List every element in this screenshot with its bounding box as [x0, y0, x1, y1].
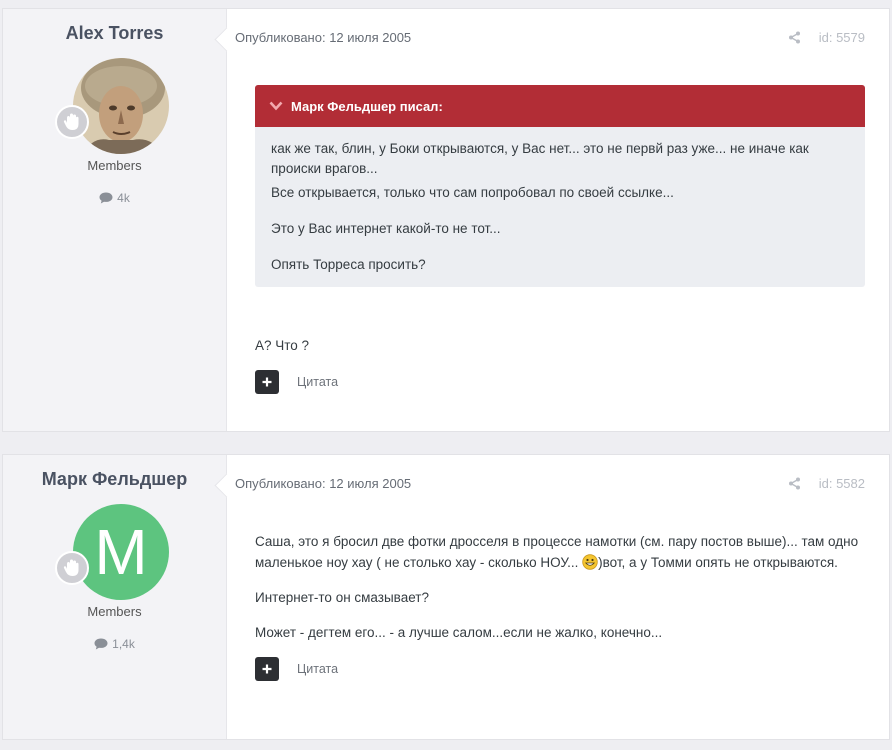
quote-line: Все открывается, только что сам попробов…: [271, 185, 674, 200]
member-group: Members: [87, 158, 142, 173]
quote-author: Марк Фельдшер писал:: [291, 98, 443, 114]
rank-badge-icon: [54, 105, 89, 139]
share-icon[interactable]: [788, 477, 801, 490]
post-content: Опубликовано: 12 июля 2005 id: 5579 Марк…: [227, 9, 889, 431]
post-content: Опубликовано: 12 июля 2005 id: 5582 Саша…: [227, 455, 889, 739]
post-date[interactable]: Опубликовано: 12 июля 2005: [235, 30, 411, 45]
quote-line: Это у Вас интернет какой-то не тот...: [271, 221, 501, 236]
post-count-value: 4k: [117, 191, 130, 205]
avatar-letter: M: [94, 516, 147, 588]
post-paragraph: Может - дегтем его... - а лучше салом...…: [255, 625, 663, 640]
avatar-container: M: [54, 504, 169, 600]
post-meta: Опубликовано: 12 июля 2005 id: 5582: [235, 455, 865, 511]
quote-body: как же так, блин, у Боки открываются, у …: [255, 127, 865, 287]
quote-button[interactable]: Цитата: [297, 375, 338, 389]
avatar[interactable]: M: [72, 504, 169, 600]
rank-badge-icon: [54, 551, 89, 585]
post: Марк Фельдшер M Members 1,4k Опубликован…: [2, 454, 890, 740]
avatar-container: [54, 58, 169, 154]
post-meta: Опубликовано: 12 июля 2005 id: 5579: [235, 9, 865, 65]
post-count-value: 1,4k: [112, 637, 135, 651]
chevron-down-icon: [269, 101, 283, 111]
post-id: id: 5582: [818, 475, 865, 491]
quote-line: Опять Торреса просить?: [271, 257, 426, 272]
post-actions: Цитата: [255, 370, 865, 394]
post-paragraph: Интернет-то он смазывает?: [255, 590, 429, 605]
share-icon[interactable]: [788, 31, 801, 44]
post-text-segment: )вот, а у Томми опять не открываются.: [598, 555, 838, 570]
avatar[interactable]: [72, 58, 169, 154]
plus-icon: [262, 377, 272, 387]
author-name[interactable]: Марк Фельдшер: [3, 469, 226, 490]
comment-icon: [99, 192, 113, 204]
quote-button[interactable]: Цитата: [297, 662, 338, 676]
member-group: Members: [87, 604, 142, 619]
post-count: 4k: [3, 191, 226, 205]
post: Alex Torres Members 4k Опубликовано: 12 …: [2, 8, 890, 432]
quote-line: как же так, блин, у Боки открываются, у …: [271, 141, 809, 176]
author-name[interactable]: Alex Torres: [3, 23, 226, 44]
grin-emoji-icon: [582, 554, 598, 570]
author-panel: Alex Torres Members 4k: [3, 9, 227, 431]
post-paragraph: А? Что ?: [255, 338, 310, 353]
post-paragraph: Саша, это я бросил две фотки дросселя в …: [255, 531, 865, 573]
post-actions: Цитата: [255, 657, 865, 681]
post-body: Саша, это я бросил две фотки дросселя в …: [255, 531, 865, 643]
plus-icon: [262, 664, 272, 674]
plus-button[interactable]: [255, 370, 279, 394]
post-body: А? Что ?: [255, 335, 865, 356]
quote-block: Марк Фельдшер писал: как же так, блин, у…: [255, 85, 865, 287]
comment-icon: [94, 638, 108, 650]
post-id: id: 5579: [818, 29, 865, 45]
author-panel: Марк Фельдшер M Members 1,4k: [3, 455, 227, 739]
post-count: 1,4k: [3, 637, 226, 651]
post-date[interactable]: Опубликовано: 12 июля 2005: [235, 476, 411, 491]
quote-header[interactable]: Марк Фельдшер писал:: [255, 85, 865, 127]
plus-button[interactable]: [255, 657, 279, 681]
